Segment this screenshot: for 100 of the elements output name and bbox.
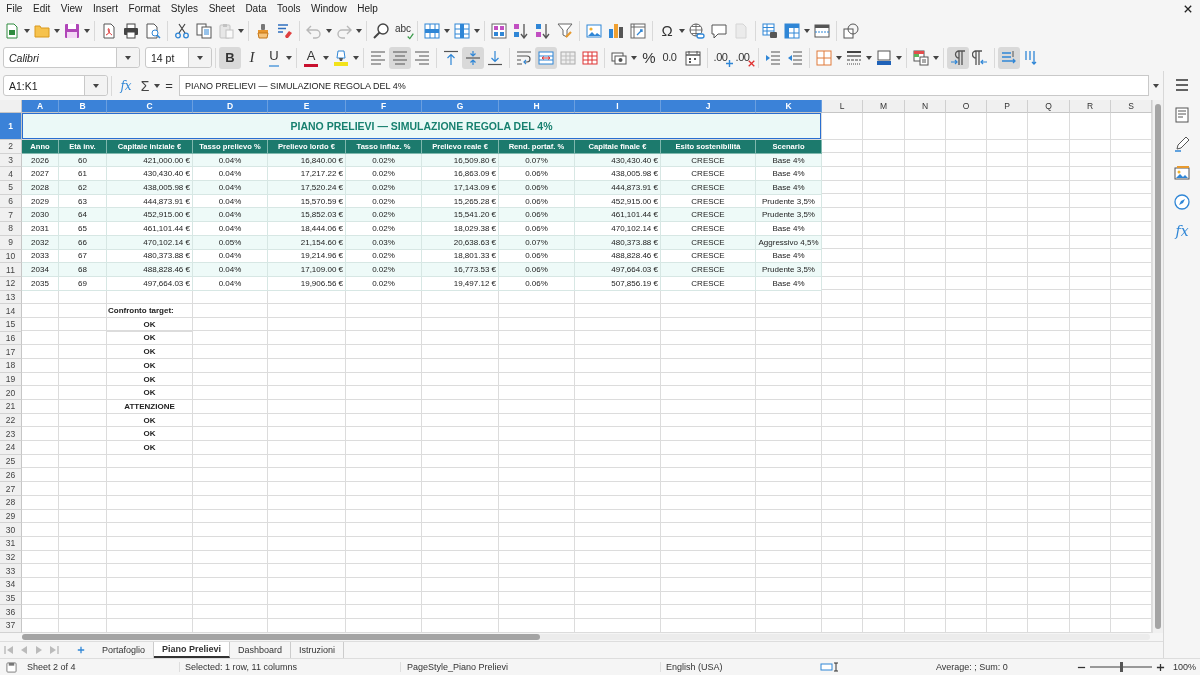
sum-button[interactable]: Σ xyxy=(137,74,153,97)
column-header[interactable]: A xyxy=(22,100,59,113)
caret-icon[interactable] xyxy=(444,28,450,33)
row-header[interactable]: 30 xyxy=(0,523,22,537)
sheet-tab[interactable]: Istruzioni xyxy=(291,642,345,658)
center-vertically-button[interactable] xyxy=(462,46,484,69)
menu-item[interactable]: Window xyxy=(305,0,352,17)
scrollbar-thumb[interactable] xyxy=(1155,104,1161,629)
plus-icon[interactable] xyxy=(1156,662,1165,672)
caret-icon[interactable] xyxy=(896,55,902,60)
menu-item[interactable]: File xyxy=(1,0,28,17)
italic-button[interactable]: I xyxy=(241,46,263,69)
column-header[interactable]: M xyxy=(863,100,905,113)
name-box[interactable]: A1:K1 xyxy=(3,75,108,96)
column-header[interactable]: P xyxy=(987,100,1028,113)
column-header[interactable]: E xyxy=(268,100,346,113)
row-header[interactable]: 14 xyxy=(0,304,22,318)
row-header[interactable]: 7 xyxy=(0,208,22,223)
function-wizard-button[interactable]: fx xyxy=(115,74,137,97)
caret-icon[interactable] xyxy=(84,28,90,33)
merge-center-button[interactable] xyxy=(535,46,557,69)
column-header[interactable]: L xyxy=(822,100,863,113)
row-header[interactable]: 4 xyxy=(0,167,22,182)
column-header[interactable]: J xyxy=(661,100,756,113)
caret-icon[interactable] xyxy=(836,55,842,60)
row-header[interactable]: 5 xyxy=(0,181,22,195)
menu-item[interactable]: Insert xyxy=(87,0,124,17)
delete-decimal-button[interactable]: .00 xyxy=(733,46,755,69)
row-header[interactable]: 17 xyxy=(0,345,22,359)
menu-item[interactable]: View xyxy=(55,0,88,17)
column-header[interactable]: O xyxy=(946,100,987,113)
formula-input[interactable]: PIANO PRELIEVI — SIMULAZIONE REGOLA DEL 4% xyxy=(179,75,1149,96)
caret-icon[interactable] xyxy=(933,55,939,60)
caret-icon[interactable] xyxy=(24,28,30,33)
row-header[interactable]: 21 xyxy=(0,400,22,414)
text-left-to-right-button[interactable] xyxy=(998,46,1020,69)
row-header[interactable]: 23 xyxy=(0,427,22,442)
selection-mode-icon[interactable] xyxy=(820,662,840,672)
column-header[interactable]: F xyxy=(346,100,422,113)
caret-icon[interactable] xyxy=(353,55,359,60)
close-icon[interactable] xyxy=(1184,4,1192,13)
sheet-tab[interactable]: Piano Prelievi xyxy=(154,642,231,658)
row-header[interactable]: 24 xyxy=(0,441,22,455)
caret-icon[interactable] xyxy=(154,83,160,88)
caret-icon[interactable] xyxy=(804,28,810,33)
spelling-button[interactable]: abc xyxy=(392,19,414,42)
caret-icon[interactable] xyxy=(866,55,872,60)
column-header[interactable]: N xyxy=(905,100,946,113)
caret-icon[interactable] xyxy=(54,28,60,33)
menu-item[interactable]: Format xyxy=(123,0,166,17)
add-decimal-button[interactable]: .00 xyxy=(711,46,733,69)
column-header[interactable]: S xyxy=(1111,100,1152,113)
caret-icon[interactable] xyxy=(1153,83,1159,88)
horizontal-scrollbar[interactable] xyxy=(22,634,1150,640)
zoom-slider-thumb[interactable] xyxy=(1120,662,1123,672)
menu-item[interactable]: Sheet xyxy=(203,0,241,17)
column-header[interactable]: I xyxy=(575,100,661,113)
row-header[interactable]: 20 xyxy=(0,386,22,401)
document-icon[interactable] xyxy=(6,661,17,673)
column-header[interactable]: G xyxy=(422,100,499,113)
column-header[interactable]: H xyxy=(499,100,575,113)
font-size-field[interactable]: 14 pt xyxy=(145,47,212,68)
caret-icon[interactable] xyxy=(197,55,203,60)
menu-item[interactable]: Help xyxy=(351,0,384,17)
underline-button[interactable]: U xyxy=(263,46,285,69)
scrollbar-thumb[interactable] xyxy=(22,634,540,640)
column-header[interactable]: R xyxy=(1070,100,1111,113)
menu-item[interactable]: Styles xyxy=(165,0,204,17)
zoom-level[interactable]: 100% xyxy=(1165,662,1197,672)
column-header[interactable]: K xyxy=(756,100,822,113)
caret-icon[interactable] xyxy=(286,55,292,60)
left-to-right-button[interactable] xyxy=(947,46,969,69)
row-header[interactable]: 18 xyxy=(0,359,22,373)
caret-icon[interactable] xyxy=(323,55,329,60)
navigator-button[interactable] xyxy=(1171,191,1193,213)
caret-icon[interactable] xyxy=(474,28,480,33)
column-header[interactable]: D xyxy=(193,100,268,113)
row-header[interactable]: 36 xyxy=(0,605,22,620)
caret-icon[interactable] xyxy=(631,55,637,60)
special-character-button[interactable]: Ω xyxy=(656,19,678,42)
row-header[interactable]: 37 xyxy=(0,619,22,633)
vertical-scrollbar[interactable] xyxy=(1152,100,1163,633)
menu-item[interactable]: Edit xyxy=(27,0,56,17)
row-header[interactable]: 1 xyxy=(0,113,22,140)
caret-icon[interactable] xyxy=(679,28,685,33)
row-header[interactable]: 8 xyxy=(0,222,22,236)
row-header[interactable]: 2 xyxy=(0,140,22,154)
sheet-tab[interactable]: Dashboard xyxy=(230,642,292,658)
caret-icon[interactable] xyxy=(125,55,131,60)
row-header[interactable]: 11 xyxy=(0,263,22,277)
font-name-field[interactable]: Calibri xyxy=(3,47,140,68)
row-header[interactable]: 27 xyxy=(0,482,22,496)
functions-button[interactable]: fx xyxy=(1171,220,1193,242)
row-header[interactable]: 33 xyxy=(0,564,22,578)
menu-item[interactable]: Data xyxy=(240,0,272,17)
row-header[interactable]: 34 xyxy=(0,578,22,592)
number-format-button[interactable]: 0.0 xyxy=(660,46,682,69)
column-header[interactable]: C xyxy=(107,100,193,113)
column-header[interactable]: B xyxy=(59,100,107,113)
column-header[interactable]: Q xyxy=(1028,100,1070,113)
